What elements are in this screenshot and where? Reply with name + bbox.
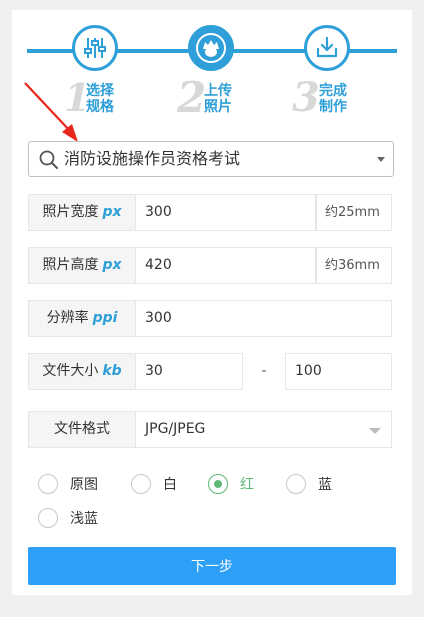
step-3-number: 3	[292, 74, 320, 121]
step-2-line1: 上传	[204, 83, 232, 99]
filesize-min-input[interactable]: 30	[136, 353, 243, 390]
chevron-down-icon[interactable]	[377, 157, 385, 162]
radio-white[interactable]: 白	[131, 473, 177, 495]
width-input[interactable]: 300	[136, 194, 316, 231]
dpi-label: 分辨率 ppi	[28, 300, 136, 337]
radio-circle[interactable]	[131, 474, 151, 494]
radio-circle[interactable]	[38, 508, 58, 528]
radio-label: 原图	[70, 477, 98, 493]
step-2-line2: 照片	[204, 99, 232, 115]
step-2-circle[interactable]	[188, 25, 234, 71]
step-3-line2: 制作	[319, 99, 347, 115]
filesize-max-input[interactable]: 100	[285, 353, 392, 390]
search-icon	[39, 150, 58, 169]
spec-select[interactable]: 消防设施操作员资格考试	[28, 141, 394, 177]
download-icon	[316, 36, 338, 58]
filesize-label: 文件大小 kb	[28, 353, 136, 390]
step-3-circle[interactable]	[304, 25, 350, 71]
radio-circle[interactable]	[38, 474, 58, 494]
radio-label: 白	[163, 477, 177, 493]
step-1-line2: 规格	[86, 99, 114, 115]
photo-spec-card: 1 选择 规格 2 上传 照片 3 完成 制作 消防设施操作员资格考试 照片宽度 px …	[12, 10, 412, 595]
radio-original[interactable]: 原图	[38, 473, 98, 495]
radio-circle[interactable]	[208, 474, 228, 494]
height-approx: 约36mm	[316, 247, 392, 284]
format-label: 文件格式	[28, 411, 136, 448]
radio-blue[interactable]: 蓝	[286, 473, 332, 495]
radio-red[interactable]: 红	[208, 473, 254, 495]
height-label: 照片高度 px	[28, 247, 136, 284]
radio-circle[interactable]	[286, 474, 306, 494]
next-button[interactable]: 下一步	[28, 547, 396, 585]
radio-light-blue[interactable]: 浅蓝	[38, 507, 98, 529]
width-approx: 约25mm	[316, 194, 392, 231]
radio-label: 浅蓝	[70, 511, 98, 527]
person-photo-icon	[203, 40, 219, 57]
step-2-number: 2	[177, 73, 207, 122]
chevron-down-icon	[369, 428, 381, 434]
red-arrow-icon	[24, 82, 78, 142]
step-1-circle[interactable]	[72, 25, 118, 71]
height-input[interactable]: 420	[136, 247, 316, 284]
range-dash: -	[261, 363, 267, 379]
sliders-icon	[84, 38, 106, 58]
dpi-input[interactable]: 300	[136, 300, 392, 337]
step-3-line1: 完成	[319, 83, 347, 99]
step-1-line1: 选择	[86, 83, 114, 99]
radio-label: 蓝	[318, 477, 332, 493]
spec-select-value: 消防设施操作员资格考试	[64, 149, 241, 168]
width-label: 照片宽度 px	[28, 194, 136, 231]
radio-label: 红	[240, 477, 254, 493]
format-select[interactable]: JPG/JPEG	[136, 411, 392, 448]
format-select-value: JPG/JPEG	[145, 421, 206, 437]
